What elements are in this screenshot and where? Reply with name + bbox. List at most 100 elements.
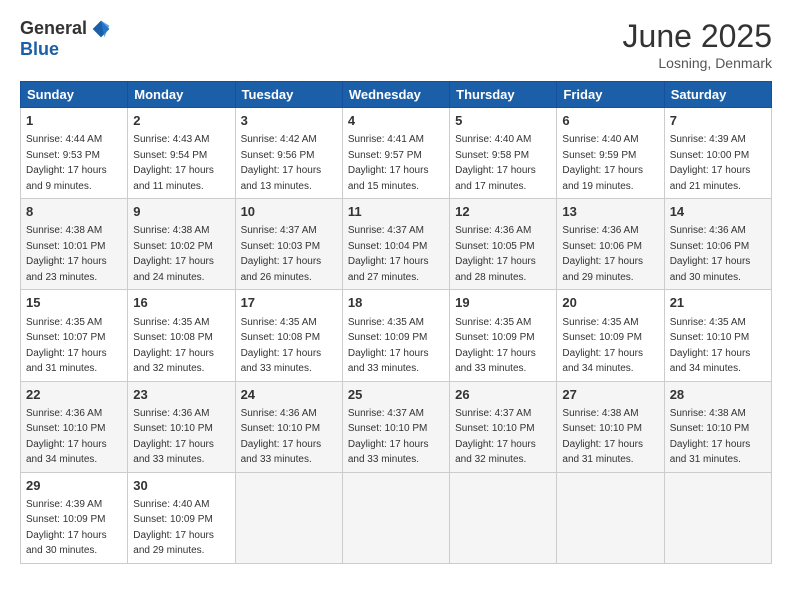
table-row: 11Sunrise: 4:37 AMSunset: 10:04 PMDaylig… bbox=[342, 199, 449, 290]
col-monday: Monday bbox=[128, 82, 235, 108]
day-number: 12 bbox=[455, 203, 551, 221]
table-row: 26Sunrise: 4:37 AMSunset: 10:10 PMDaylig… bbox=[450, 381, 557, 472]
day-info: Sunrise: 4:35 AMSunset: 10:09 PMDaylight… bbox=[455, 317, 536, 375]
table-row bbox=[557, 472, 664, 563]
table-row: 12 Sunrise: 4:36 AMSunset: 10:05 PMDaylig… bbox=[450, 199, 557, 290]
day-info: Sunrise: 4:38 AMSunset: 10:02 PMDaylight… bbox=[133, 225, 214, 283]
day-number: 27 bbox=[562, 386, 658, 404]
col-friday: Friday bbox=[557, 82, 664, 108]
day-info: Sunrise: 4:38 AMSunset: 10:01 PMDaylight… bbox=[26, 225, 107, 283]
table-row: 24 Sunrise: 4:36 AMSunset: 10:10 PMDaylig… bbox=[235, 381, 342, 472]
day-number: 19 bbox=[455, 294, 551, 312]
day-number: 10 bbox=[241, 203, 337, 221]
day-info: Sunrise: 4:37 AMSunset: 10:03 PMDaylight… bbox=[241, 225, 322, 283]
table-row: 20Sunrise: 4:35 AMSunset: 10:09 PMDaylig… bbox=[557, 290, 664, 381]
day-info: Sunrise: 4:37 AMSunset: 10:04 PMDaylight… bbox=[348, 225, 429, 283]
day-info: Sunrise: 4:39 AMSunset: 10:00 PMDaylight… bbox=[670, 134, 751, 192]
day-info: Sunrise: 4:40 AMSunset: 9:58 PMDaylight:… bbox=[455, 134, 536, 192]
day-number: 30 bbox=[133, 477, 229, 495]
table-row bbox=[235, 472, 342, 563]
day-info: Sunrise: 4:36 AMSunset: 10:10 PMDaylight… bbox=[133, 408, 214, 466]
day-info: Sunrise: 4:38 AMSunset: 10:10 PMDaylight… bbox=[562, 408, 643, 466]
calendar-week-row: 8 Sunrise: 4:38 AMSunset: 10:01 PMDayligh… bbox=[21, 199, 772, 290]
day-info: Sunrise: 4:36 AMSunset: 10:05 PMDaylight… bbox=[455, 225, 536, 283]
day-number: 13 bbox=[562, 203, 658, 221]
table-row: 18 Sunrise: 4:35 AMSunset: 10:09 PMDaylig… bbox=[342, 290, 449, 381]
logo-general-text: General bbox=[20, 18, 87, 39]
day-number: 6 bbox=[562, 112, 658, 130]
day-number: 14 bbox=[670, 203, 766, 221]
month-year-title: June 2025 bbox=[623, 18, 772, 55]
col-thursday: Thursday bbox=[450, 82, 557, 108]
table-row: 2Sunrise: 4:43 AMSunset: 9:54 PMDaylight… bbox=[128, 108, 235, 199]
table-row: 15Sunrise: 4:35 AMSunset: 10:07 PMDaylig… bbox=[21, 290, 128, 381]
day-number: 8 bbox=[26, 203, 122, 221]
day-number: 3 bbox=[241, 112, 337, 130]
day-number: 16 bbox=[133, 294, 229, 312]
day-number: 26 bbox=[455, 386, 551, 404]
table-row: 6Sunrise: 4:40 AMSunset: 9:59 PMDaylight… bbox=[557, 108, 664, 199]
day-info: Sunrise: 4:42 AMSunset: 9:56 PMDaylight:… bbox=[241, 134, 322, 192]
table-row: 17 Sunrise: 4:35 AMSunset: 10:08 PMDaylig… bbox=[235, 290, 342, 381]
col-wednesday: Wednesday bbox=[342, 82, 449, 108]
table-row: 10 Sunrise: 4:37 AMSunset: 10:03 PMDaylig… bbox=[235, 199, 342, 290]
day-info: Sunrise: 4:35 AMSunset: 10:08 PMDaylight… bbox=[241, 317, 322, 375]
logo-icon bbox=[91, 19, 111, 39]
table-row: 22 Sunrise: 4:36 AMSunset: 10:10 PMDaylig… bbox=[21, 381, 128, 472]
day-number: 2 bbox=[133, 112, 229, 130]
day-number: 9 bbox=[133, 203, 229, 221]
page: General Blue June 2025 Losning, Denmark … bbox=[0, 0, 792, 612]
day-info: Sunrise: 4:36 AMSunset: 10:06 PMDaylight… bbox=[670, 225, 751, 283]
col-tuesday: Tuesday bbox=[235, 82, 342, 108]
table-row: 27 Sunrise: 4:38 AMSunset: 10:10 PMDaylig… bbox=[557, 381, 664, 472]
calendar-week-row: 1Sunrise: 4:44 AMSunset: 9:53 PMDaylight… bbox=[21, 108, 772, 199]
day-info: Sunrise: 4:35 AMSunset: 10:10 PMDaylight… bbox=[670, 317, 751, 375]
table-row bbox=[450, 472, 557, 563]
table-row: 7 Sunrise: 4:39 AMSunset: 10:00 PMDayligh… bbox=[664, 108, 771, 199]
day-info: Sunrise: 4:41 AMSunset: 9:57 PMDaylight:… bbox=[348, 134, 429, 192]
table-row: 19 Sunrise: 4:35 AMSunset: 10:09 PMDaylig… bbox=[450, 290, 557, 381]
table-row: 14 Sunrise: 4:36 AMSunset: 10:06 PMDaylig… bbox=[664, 199, 771, 290]
table-row: 9 Sunrise: 4:38 AMSunset: 10:02 PMDayligh… bbox=[128, 199, 235, 290]
table-row bbox=[664, 472, 771, 563]
table-row: 30Sunrise: 4:40 AMSunset: 10:09 PMDaylig… bbox=[128, 472, 235, 563]
calendar-week-row: 15Sunrise: 4:35 AMSunset: 10:07 PMDaylig… bbox=[21, 290, 772, 381]
table-row: 5Sunrise: 4:40 AMSunset: 9:58 PMDaylight… bbox=[450, 108, 557, 199]
day-info: Sunrise: 4:35 AMSunset: 10:09 PMDaylight… bbox=[562, 317, 643, 375]
location-text: Losning, Denmark bbox=[623, 55, 772, 71]
day-info: Sunrise: 4:35 AMSunset: 10:09 PMDaylight… bbox=[348, 317, 429, 375]
day-info: Sunrise: 4:35 AMSunset: 10:07 PMDaylight… bbox=[26, 317, 107, 375]
day-info: Sunrise: 4:36 AMSunset: 10:10 PMDaylight… bbox=[26, 408, 107, 466]
day-number: 22 bbox=[26, 386, 122, 404]
col-saturday: Saturday bbox=[664, 82, 771, 108]
calendar-header-row: Sunday Monday Tuesday Wednesday Thursday… bbox=[21, 82, 772, 108]
table-row: 28 Sunrise: 4:38 AMSunset: 10:10 PMDaylig… bbox=[664, 381, 771, 472]
day-number: 25 bbox=[348, 386, 444, 404]
table-row: 16 Sunrise: 4:35 AMSunset: 10:08 PMDaylig… bbox=[128, 290, 235, 381]
day-number: 7 bbox=[670, 112, 766, 130]
table-row: 23 Sunrise: 4:36 AMSunset: 10:10 PMDaylig… bbox=[128, 381, 235, 472]
logo: General Blue bbox=[20, 18, 111, 60]
day-number: 18 bbox=[348, 294, 444, 312]
logo-blue-text: Blue bbox=[20, 39, 59, 60]
col-sunday: Sunday bbox=[21, 82, 128, 108]
table-row: 1Sunrise: 4:44 AMSunset: 9:53 PMDaylight… bbox=[21, 108, 128, 199]
day-number: 17 bbox=[241, 294, 337, 312]
table-row bbox=[342, 472, 449, 563]
table-row: 8 Sunrise: 4:38 AMSunset: 10:01 PMDayligh… bbox=[21, 199, 128, 290]
day-number: 28 bbox=[670, 386, 766, 404]
day-number: 23 bbox=[133, 386, 229, 404]
day-number: 29 bbox=[26, 477, 122, 495]
table-row: 13Sunrise: 4:36 AMSunset: 10:06 PMDaylig… bbox=[557, 199, 664, 290]
day-number: 21 bbox=[670, 294, 766, 312]
day-info: Sunrise: 4:37 AMSunset: 10:10 PMDaylight… bbox=[348, 408, 429, 466]
day-number: 24 bbox=[241, 386, 337, 404]
table-row: 3 Sunrise: 4:42 AMSunset: 9:56 PMDaylight… bbox=[235, 108, 342, 199]
calendar-table: Sunday Monday Tuesday Wednesday Thursday… bbox=[20, 81, 772, 564]
header: General Blue June 2025 Losning, Denmark bbox=[20, 18, 772, 71]
day-info: Sunrise: 4:38 AMSunset: 10:10 PMDaylight… bbox=[670, 408, 751, 466]
day-info: Sunrise: 4:35 AMSunset: 10:08 PMDaylight… bbox=[133, 317, 214, 375]
day-info: Sunrise: 4:44 AMSunset: 9:53 PMDaylight:… bbox=[26, 134, 107, 192]
title-section: June 2025 Losning, Denmark bbox=[623, 18, 772, 71]
day-info: Sunrise: 4:36 AMSunset: 10:10 PMDaylight… bbox=[241, 408, 322, 466]
